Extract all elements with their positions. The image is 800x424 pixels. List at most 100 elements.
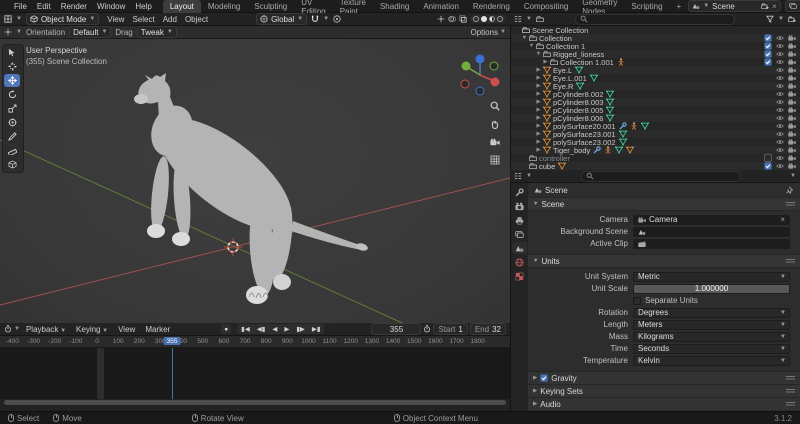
panel-grip-icon[interactable]	[786, 376, 795, 381]
panel-gravity[interactable]: ▶Gravity	[528, 371, 800, 384]
timeline-canvas[interactable]	[0, 348, 510, 399]
next-keyframe-button[interactable]: ▮▶	[293, 324, 308, 334]
checkbox-icon[interactable]	[764, 34, 772, 42]
new-scene-icon[interactable]	[761, 2, 769, 10]
expand-closed-icon[interactable]: ▶	[542, 59, 549, 65]
outliner-row-rigged-lioness[interactable]: ▼Rigged_lioness	[511, 50, 800, 58]
record-button[interactable]: ●	[221, 324, 231, 334]
checkbox-icon[interactable]	[764, 42, 772, 50]
pin-icon[interactable]	[786, 186, 794, 194]
camera-icon[interactable]	[788, 82, 796, 90]
camera-icon[interactable]	[788, 90, 796, 98]
workspace-tab-animation[interactable]: Animation	[416, 0, 466, 13]
camera-field[interactable]: Camera ×	[633, 215, 790, 225]
timeline-scrollbar[interactable]	[0, 399, 510, 406]
options-label[interactable]: Options	[470, 28, 498, 37]
camera-icon[interactable]	[788, 66, 796, 74]
scene-panel-header[interactable]: ▼ Scene	[528, 197, 800, 211]
viewport-menu-add[interactable]: Add	[159, 15, 181, 24]
viewport-camera-view-icon[interactable]	[490, 137, 500, 147]
clear-camera-icon[interactable]: ×	[780, 215, 785, 224]
orientation-default-dropdown[interactable]: Default ▼	[69, 26, 111, 38]
separate-units-checkbox[interactable]: Separate Units	[633, 296, 790, 305]
eye-icon[interactable]	[776, 50, 784, 58]
eye-icon[interactable]	[776, 42, 784, 50]
camera-icon[interactable]	[788, 154, 796, 162]
navigation-gizmo[interactable]	[458, 53, 502, 97]
properties-tab-texture[interactable]	[512, 270, 527, 282]
current-frame-field[interactable]: 355	[371, 323, 421, 335]
eye-icon[interactable]	[776, 34, 784, 42]
expand-closed-icon[interactable]: ▶	[535, 99, 542, 105]
outliner-row-cube[interactable]: cube	[511, 162, 800, 170]
tool-add-cube[interactable]	[4, 158, 20, 171]
camera-icon[interactable]	[788, 146, 796, 154]
checkbox-empty-icon[interactable]	[633, 297, 641, 305]
camera-icon[interactable]	[788, 122, 796, 130]
shading-rendered-icon[interactable]	[497, 16, 503, 22]
editor-type-icon[interactable]	[4, 15, 12, 23]
orientation-dropdown[interactable]: Global ▼	[256, 13, 307, 25]
expand-closed-icon[interactable]: ▶	[535, 83, 542, 89]
camera-icon[interactable]	[788, 106, 796, 114]
active-tool-icon[interactable]	[4, 28, 12, 36]
expand-closed-icon[interactable]: ▶	[535, 131, 542, 137]
properties-tab-world[interactable]	[512, 256, 527, 268]
shading-wireframe-icon[interactable]	[473, 16, 479, 22]
workspace-tab-sculpting[interactable]: Sculpting	[247, 0, 294, 13]
properties-editor-icon[interactable]	[514, 172, 522, 180]
camera-icon[interactable]	[788, 74, 796, 82]
outliner-search[interactable]	[575, 14, 735, 25]
workspace-tab-geometry-nodes[interactable]: Geometry Nodes	[575, 0, 624, 13]
unlink-scene-icon[interactable]: ×	[772, 2, 777, 11]
workspace-tab-[interactable]: +	[670, 0, 689, 13]
panel-grip-icon[interactable]	[786, 389, 795, 394]
camera-icon[interactable]	[788, 50, 796, 58]
properties-tab-scene[interactable]	[512, 242, 527, 254]
proportional-editing-icon[interactable]	[333, 15, 341, 23]
camera-icon[interactable]	[788, 162, 796, 170]
display-mode-icon[interactable]	[536, 15, 544, 23]
timeline-menu-keying[interactable]: Keying ▼	[72, 325, 112, 334]
menu-window[interactable]: Window	[92, 2, 130, 11]
checkbox-icon[interactable]	[540, 374, 548, 382]
camera-icon[interactable]	[788, 98, 796, 106]
tool-rotate[interactable]	[4, 88, 20, 101]
eye-icon[interactable]	[776, 154, 784, 162]
properties-search[interactable]	[581, 171, 741, 182]
eye-icon[interactable]	[776, 138, 784, 146]
play-button[interactable]: ▶	[281, 324, 292, 334]
viewlayer-selector[interactable]: ▼ ViewLayer	[785, 0, 800, 12]
expand-open-icon[interactable]: ▼	[521, 35, 528, 41]
snap-magnet-icon[interactable]	[311, 15, 319, 23]
tool-cursor[interactable]	[4, 60, 20, 73]
properties-tab-viewlayer[interactable]	[512, 228, 527, 240]
tool-annotate[interactable]	[4, 130, 20, 143]
eye-icon[interactable]	[776, 146, 784, 154]
panel-grip-icon[interactable]	[786, 259, 795, 264]
tool-measure[interactable]	[4, 144, 20, 157]
shading-solid-icon[interactable]	[481, 16, 487, 22]
expand-closed-icon[interactable]: ▶	[535, 107, 542, 113]
timeline-menu-view[interactable]: View	[114, 325, 139, 334]
frame-start-field[interactable]: Start 1	[433, 323, 467, 335]
eye-icon[interactable]	[776, 114, 784, 122]
units-panel-header[interactable]: ▼ Units	[528, 254, 800, 268]
workspace-tab-layout[interactable]: Layout	[163, 0, 201, 13]
length-dropdown[interactable]: Meters▼	[633, 320, 790, 330]
tool-move[interactable]	[4, 74, 20, 87]
camera-icon[interactable]	[788, 138, 796, 146]
expand-closed-icon[interactable]: ▶	[535, 139, 542, 145]
eye-icon[interactable]	[776, 58, 784, 66]
eye-icon[interactable]	[776, 130, 784, 138]
drag-dropdown[interactable]: Tweak ▼	[137, 26, 177, 38]
frame-end-field[interactable]: End 32	[470, 323, 506, 335]
camera-icon[interactable]	[788, 114, 796, 122]
menu-render[interactable]: Render	[56, 2, 92, 11]
expand-closed-icon[interactable]: ▶	[535, 115, 542, 121]
workspace-tab-texture-paint[interactable]: Texture Paint	[333, 0, 373, 13]
scene-selector[interactable]: ▼ Scene ×	[688, 0, 781, 12]
shading-mode-switch[interactable]	[470, 15, 506, 23]
timeline-ruler[interactable]: -400-300-200-100010020030040050060070080…	[0, 336, 510, 348]
eye-icon[interactable]	[776, 162, 784, 170]
